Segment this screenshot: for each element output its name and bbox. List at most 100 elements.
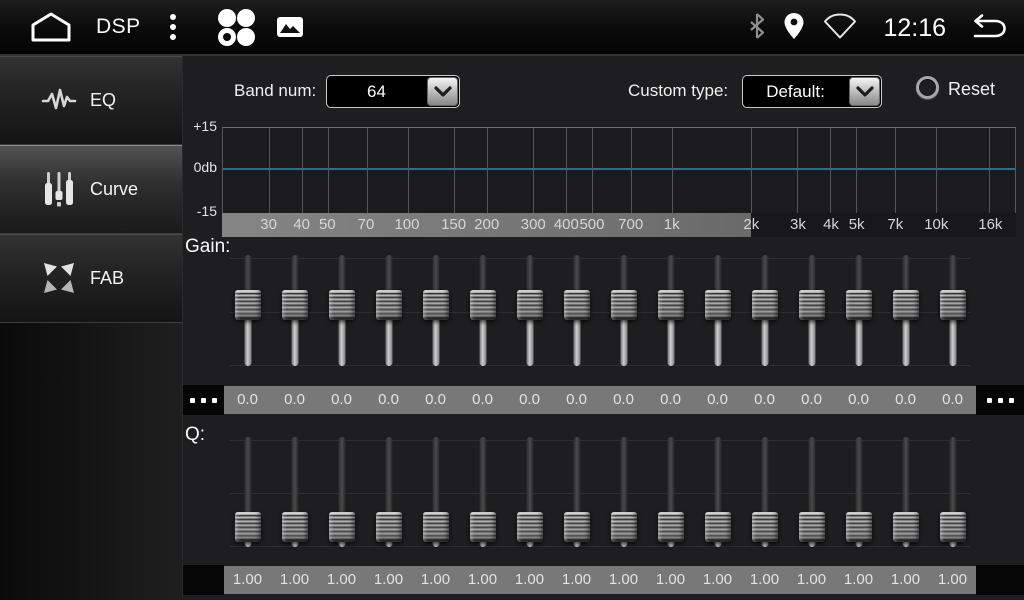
slider-handle[interactable] [470, 290, 496, 320]
freq-gridline [566, 128, 567, 213]
slider-handle[interactable] [799, 290, 825, 320]
gain-value-row: 0.00.00.00.00.00.00.00.00.00.00.00.00.00… [183, 386, 1024, 414]
band-slider[interactable] [412, 255, 459, 366]
slider-handle[interactable] [517, 512, 543, 542]
band-slider[interactable] [788, 437, 835, 547]
home-icon[interactable] [28, 10, 74, 44]
apps-clover-icon[interactable] [215, 6, 257, 48]
band-slider[interactable] [506, 255, 553, 366]
frequency-axis-strip[interactable]: 304050701001502003004005007001k2k3k4k5k7… [222, 213, 1016, 237]
slider-handle[interactable] [564, 512, 590, 542]
gain-more-left-icon[interactable] [183, 385, 224, 415]
band-num-dropdown[interactable]: 64 [326, 75, 460, 108]
slider-handle[interactable] [282, 512, 308, 542]
band-slider[interactable] [506, 437, 553, 547]
slider-handle[interactable] [752, 512, 778, 542]
location-pin-icon [783, 12, 805, 45]
overflow-menu-icon[interactable] [163, 11, 183, 43]
slider-handle[interactable] [517, 290, 543, 320]
band-slider[interactable] [459, 255, 506, 366]
band-slider[interactable] [412, 437, 459, 547]
band-slider[interactable] [694, 437, 741, 547]
band-slider[interactable] [365, 255, 412, 366]
chevron-down-icon[interactable] [849, 77, 880, 106]
band-slider[interactable] [929, 437, 976, 547]
slider-handle[interactable] [846, 290, 872, 320]
band-slider[interactable] [365, 437, 412, 547]
waveform-icon [40, 82, 78, 118]
band-slider[interactable] [459, 437, 506, 547]
freq-gridline [989, 128, 990, 213]
band-slider[interactable] [882, 437, 929, 547]
slider-handle[interactable] [235, 290, 261, 320]
gallery-icon[interactable] [275, 12, 305, 42]
custom-type-dropdown[interactable]: Default: [742, 75, 882, 108]
sidebar-item-fab[interactable]: FAB [0, 234, 182, 323]
sidebar-item-label: FAB [90, 268, 124, 289]
band-slider[interactable] [741, 255, 788, 366]
slider-handle[interactable] [611, 290, 637, 320]
sidebar-item-eq[interactable]: EQ [0, 56, 182, 145]
slider-handle[interactable] [705, 512, 731, 542]
band-slider[interactable] [600, 437, 647, 547]
band-slider[interactable] [271, 255, 318, 366]
band-slider[interactable] [882, 255, 929, 366]
band-value: 0.0 [459, 386, 506, 414]
freq-gridline [487, 128, 488, 213]
band-slider[interactable] [271, 437, 318, 547]
band-slider[interactable] [647, 255, 694, 366]
slider-handle[interactable] [423, 512, 449, 542]
band-slider[interactable] [318, 255, 365, 366]
band-slider[interactable] [224, 437, 271, 547]
slider-handle[interactable] [423, 290, 449, 320]
band-slider[interactable] [553, 437, 600, 547]
slider-handle[interactable] [235, 512, 261, 542]
slider-handle[interactable] [752, 290, 778, 320]
slider-handle[interactable] [564, 290, 590, 320]
band-slider[interactable] [929, 255, 976, 366]
band-slider[interactable] [835, 437, 882, 547]
slider-handle[interactable] [940, 290, 966, 320]
sidebar-item-curve[interactable]: Curve [0, 145, 182, 234]
slider-handle[interactable] [799, 512, 825, 542]
slider-handle[interactable] [658, 512, 684, 542]
slider-handle[interactable] [846, 512, 872, 542]
band-slider[interactable] [694, 255, 741, 366]
freq-gridline [592, 128, 593, 213]
band-value: 1.00 [506, 566, 553, 594]
band-slider[interactable] [788, 255, 835, 366]
slider-handle[interactable] [376, 512, 402, 542]
slider-handle[interactable] [329, 290, 355, 320]
slider-handle[interactable] [329, 512, 355, 542]
band-value: 0.0 [929, 386, 976, 414]
band-slider[interactable] [224, 255, 271, 366]
band-slider[interactable] [741, 437, 788, 547]
gain-slider-bank [224, 255, 976, 366]
eq-curve-plot[interactable] [222, 127, 1016, 213]
main-panel: Band num: 64 Custom type: Default: Reset… [183, 56, 1024, 600]
gain-more-right-icon[interactable] [976, 385, 1024, 415]
slider-handle[interactable] [658, 290, 684, 320]
reset-radio[interactable] [916, 76, 939, 99]
slider-handle[interactable] [282, 290, 308, 320]
slider-handle[interactable] [470, 512, 496, 542]
freq-tick-label: 50 [319, 213, 336, 237]
slider-handle[interactable] [611, 512, 637, 542]
status-bar: DSP [0, 0, 1024, 56]
band-value: 0.0 [412, 386, 459, 414]
slider-handle[interactable] [705, 290, 731, 320]
band-slider[interactable] [600, 255, 647, 366]
band-slider[interactable] [318, 437, 365, 547]
chevron-down-icon[interactable] [427, 77, 458, 106]
slider-handle[interactable] [376, 290, 402, 320]
freq-tick-label: 300 [521, 213, 546, 237]
back-arrow-icon[interactable] [966, 11, 1010, 45]
slider-handle[interactable] [940, 512, 966, 542]
band-slider[interactable] [835, 255, 882, 366]
q-value-row: 1.001.001.001.001.001.001.001.001.001.00… [183, 566, 1024, 594]
band-slider[interactable] [647, 437, 694, 547]
slider-handle[interactable] [893, 290, 919, 320]
band-slider[interactable] [553, 255, 600, 366]
slider-handle[interactable] [893, 512, 919, 542]
band-value: 1.00 [647, 566, 694, 594]
